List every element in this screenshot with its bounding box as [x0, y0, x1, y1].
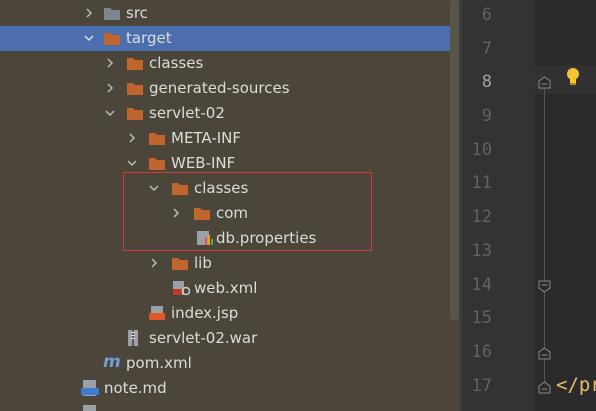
folder-icon [148, 155, 166, 171]
editor-gutter: 6 7 8 9 10 11 12 13 14 15 16 17 [462, 0, 534, 411]
chevron-right-icon[interactable] [84, 8, 94, 18]
fold-guide-line [544, 86, 545, 386]
tree-item-servlet-02[interactable]: servlet-02 [0, 101, 460, 126]
annotation-highlight-box [123, 172, 372, 251]
line-number-active: 8 [481, 72, 492, 92]
folder-icon [103, 30, 121, 46]
markdown-file-icon [81, 380, 99, 396]
line-number: 17 [471, 376, 492, 396]
war-archive-icon [125, 330, 143, 346]
tree-item-label: servlet-02.war [149, 329, 258, 347]
folder-icon [103, 5, 121, 21]
line-number: 13 [471, 241, 492, 261]
tree-item-label: web.xml [194, 279, 258, 297]
folder-icon [171, 255, 189, 271]
xml-config-file-icon [172, 280, 190, 296]
line-number: 6 [481, 5, 492, 25]
fold-marker-icon[interactable] [538, 278, 551, 293]
chevron-down-icon[interactable] [127, 158, 137, 168]
tree-item-web-xml[interactable]: web.xml [0, 276, 460, 301]
tree-item-partial[interactable] [0, 401, 460, 411]
lightbulb-icon[interactable] [565, 67, 581, 87]
fold-marker-icon[interactable] [538, 345, 551, 360]
tree-item-src[interactable]: src [0, 1, 460, 26]
tree-item-label: lib [194, 254, 212, 272]
jsp-file-icon [149, 305, 167, 321]
fold-marker-icon[interactable] [538, 379, 551, 394]
line-number: 12 [471, 207, 492, 227]
tree-item-label: pom.xml [126, 354, 192, 372]
line-number: 10 [471, 140, 492, 160]
line-number: 9 [481, 106, 492, 126]
file-icon [81, 405, 99, 411]
tree-item-label: generated-sources [149, 79, 290, 97]
line-number: 14 [471, 275, 492, 295]
tree-item-label: note.md [104, 379, 167, 397]
project-tree-panel: src target classes generated-sources ser… [0, 0, 460, 411]
tree-item-note-md[interactable]: note.md [0, 376, 460, 401]
line-number: 7 [481, 39, 492, 59]
tree-item-label: META-INF [171, 129, 242, 147]
tree-item-label: target [126, 29, 172, 47]
maven-icon: m [103, 352, 121, 372]
tree-item-label: servlet-02 [149, 104, 225, 122]
folder-icon [126, 55, 144, 71]
tree-item-label: src [126, 4, 148, 22]
chevron-right-icon[interactable] [127, 133, 137, 143]
chevron-right-icon[interactable] [105, 58, 115, 68]
chevron-right-icon[interactable] [149, 258, 159, 268]
tree-item-classes[interactable]: classes [0, 51, 460, 76]
line-number: 15 [471, 308, 492, 328]
tree-item-meta-inf[interactable]: META-INF [0, 126, 460, 151]
line-number: 11 [471, 173, 492, 193]
line-number: 16 [471, 342, 492, 362]
code-line-17: </pr [556, 374, 596, 396]
tree-item-index-jsp[interactable]: index.jsp [0, 301, 460, 326]
tree-item-lib[interactable]: lib [0, 251, 460, 276]
chevron-right-icon[interactable] [105, 83, 115, 93]
tree-item-target[interactable]: target [0, 26, 460, 51]
chevron-down-icon[interactable] [84, 33, 94, 43]
tree-item-generated-sources[interactable]: generated-sources [0, 76, 460, 101]
chevron-down-icon[interactable] [105, 108, 115, 118]
folder-icon [126, 105, 144, 121]
fold-marker-icon[interactable] [538, 74, 551, 89]
folder-icon [148, 130, 166, 146]
tree-item-pom-xml[interactable]: m pom.xml [0, 351, 460, 376]
tree-scrollbar[interactable] [450, 0, 459, 320]
tree-item-label: index.jsp [171, 304, 239, 322]
tree-item-servlet-02-war[interactable]: servlet-02.war [0, 326, 460, 351]
tree-item-label: classes [149, 54, 204, 72]
folder-icon [126, 80, 144, 96]
